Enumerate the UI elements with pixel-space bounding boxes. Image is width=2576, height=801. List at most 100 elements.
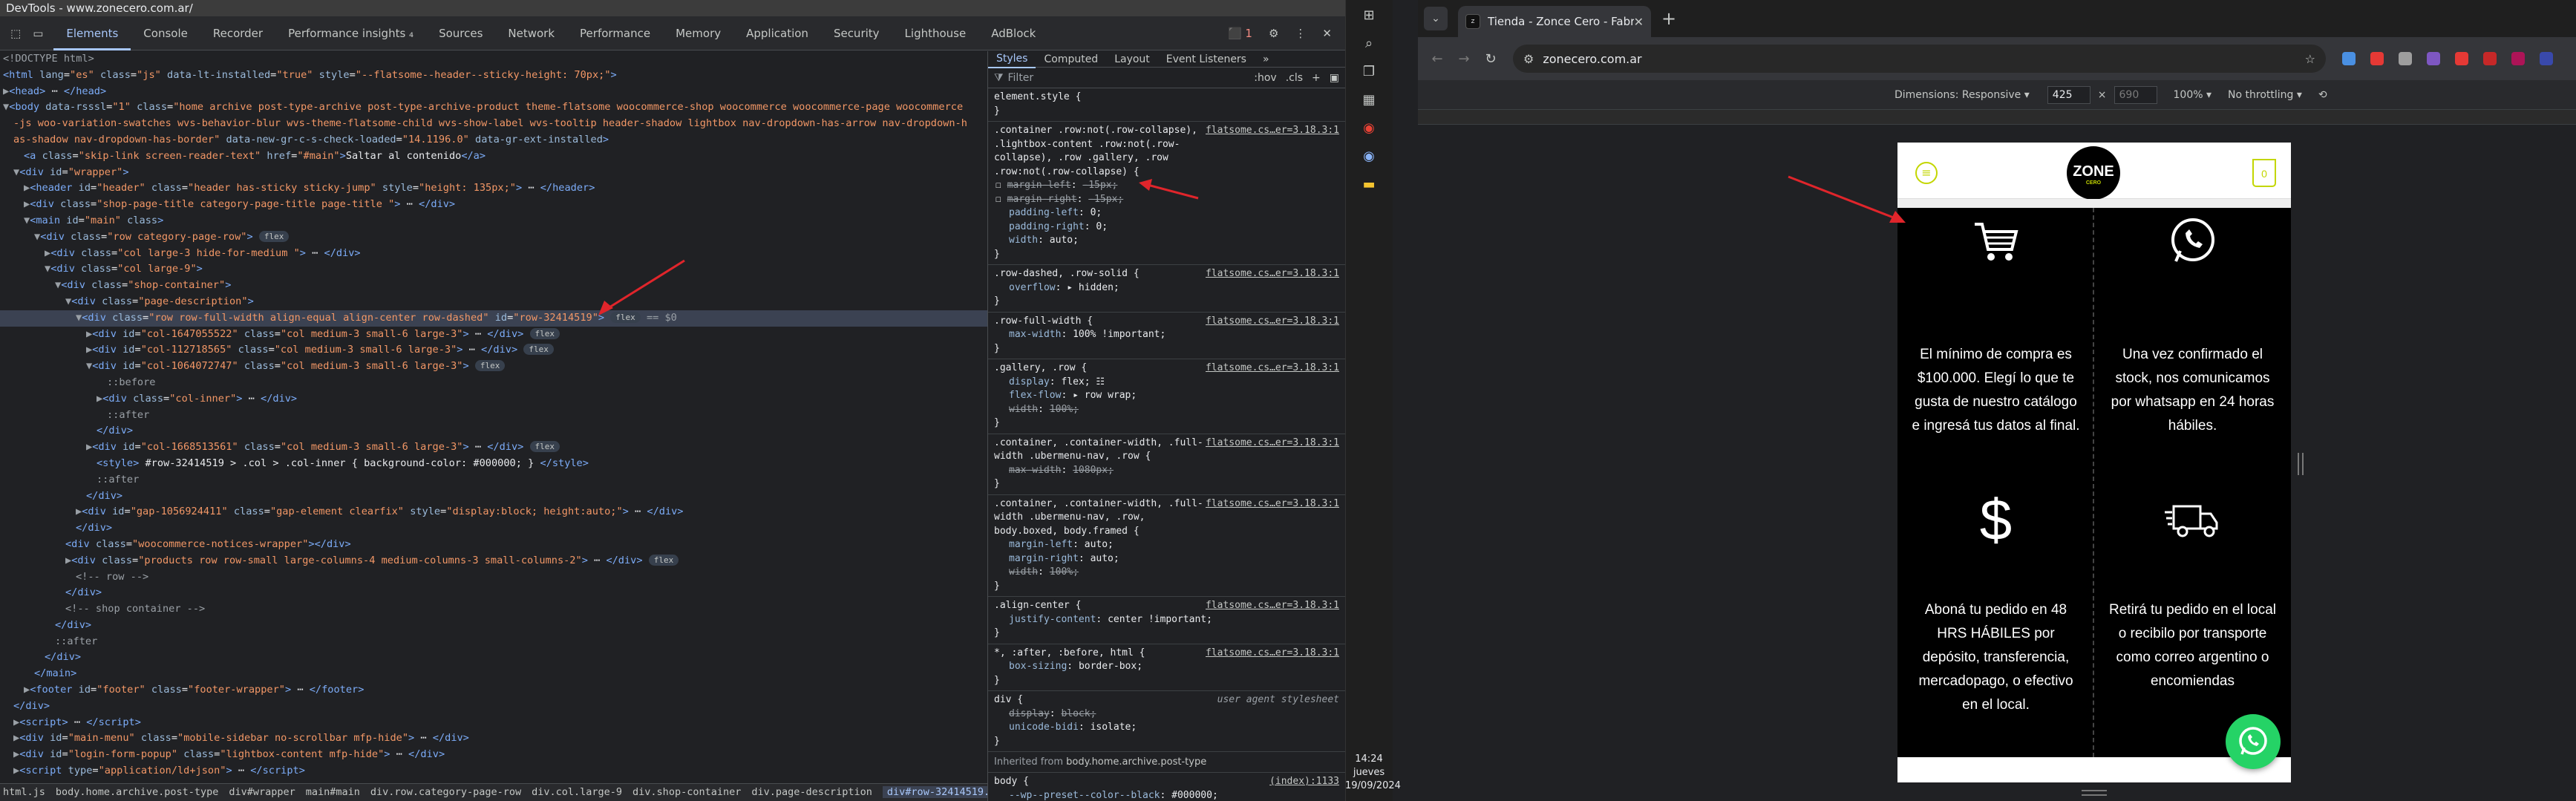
property-checkbox[interactable]: ☐: [996, 194, 1007, 205]
dom-line[interactable]: <style> #row-32414519 > .col > .col-inne…: [0, 456, 987, 472]
dom-line[interactable]: </div>: [0, 699, 987, 715]
css-property-name[interactable]: width: [1009, 566, 1038, 578]
css-source-link[interactable]: flatsome.cs…er=3.18.3:1: [1206, 437, 1339, 451]
dom-line[interactable]: </div>: [0, 650, 987, 666]
breadcrumb-item[interactable]: div.shop-container: [632, 786, 741, 798]
tab-adblock[interactable]: AdBlock: [978, 16, 1048, 50]
dom-line[interactable]: ▼<body data-rsssl="1" class="home archiv…: [0, 99, 987, 116]
css-property-value[interactable]: block;: [1061, 708, 1096, 719]
css-source-link[interactable]: flatsome.cs…er=3.18.3:1: [1206, 497, 1339, 511]
extension-icon[interactable]: [2399, 52, 2412, 65]
css-property[interactable]: --wp--preset--color--black: #000000;: [994, 789, 1339, 801]
breadcrumb-item[interactable]: html.js: [3, 786, 45, 798]
extension-icon[interactable]: [2455, 52, 2468, 65]
dom-line[interactable]: ▼<div id="wrapper">: [0, 165, 987, 181]
css-property[interactable]: width: auto;: [994, 234, 1339, 248]
css-property-value[interactable]: 100%;: [1050, 566, 1079, 578]
tab-elements[interactable]: Elements: [53, 16, 131, 50]
css-property-name[interactable]: --wp--preset--color--black: [1009, 790, 1160, 801]
css-property[interactable]: display: block;: [994, 707, 1339, 722]
extension-icon[interactable]: [2511, 52, 2525, 65]
css-property[interactable]: unicode-bidi: isolate;: [994, 721, 1339, 735]
dom-line[interactable]: ▶<div class="col-inner"> ⋯ </div>: [0, 391, 987, 408]
tab-memory[interactable]: Memory: [663, 16, 733, 50]
css-property[interactable]: width: 100%;: [994, 403, 1339, 417]
extension-icon[interactable]: [2427, 52, 2440, 65]
css-property-name[interactable]: flex-flow: [1009, 390, 1061, 401]
tab-search-dropdown-icon[interactable]: ⌄: [1424, 7, 1448, 30]
css-property-value[interactable]: auto;: [1050, 235, 1079, 246]
css-property-name[interactable]: margin-right: [1009, 553, 1079, 564]
device-toolbar-icon[interactable]: ▭: [33, 27, 43, 40]
extension-icon[interactable]: [2483, 52, 2497, 65]
dom-line[interactable]: </div>: [0, 585, 987, 601]
css-property-value[interactable]: center !important;: [1108, 614, 1212, 625]
css-property[interactable]: margin-left: auto;: [994, 538, 1339, 552]
css-property-value[interactable]: 0;: [1096, 221, 1108, 232]
dom-line[interactable]: ▶<div class="joinchat joinchat--right jo…: [0, 779, 987, 782]
browser-tab-active[interactable]: Z Tienda - Zonce Cero - Fabricante ✕: [1458, 6, 1651, 37]
css-rule[interactable]: div {user agent stylesheet display: block…: [988, 691, 1345, 752]
task-view-icon[interactable]: ❐: [1361, 64, 1377, 80]
tab-lighthouse[interactable]: Lighthouse: [892, 16, 979, 50]
css-property-value[interactable]: -15px;: [1088, 194, 1123, 205]
css-property[interactable]: box-sizing: border-box;: [994, 660, 1339, 674]
css-property-name[interactable]: display: [1009, 708, 1050, 719]
dom-line[interactable]: ▼<div class="shop-container">: [0, 278, 987, 294]
close-icon[interactable]: ✕: [1322, 27, 1332, 40]
viewport-bottom-handle[interactable]: [2082, 790, 2107, 796]
dom-line[interactable]: ▶<footer id="footer" class="footer-wrapp…: [0, 682, 987, 699]
tab-sources[interactable]: Sources: [426, 16, 495, 50]
hov-toggle[interactable]: :hov: [1254, 72, 1276, 84]
site-info-icon[interactable]: ⚙: [1523, 52, 1534, 66]
cls-toggle[interactable]: .cls: [1286, 72, 1303, 84]
widgets-icon[interactable]: ▦: [1361, 92, 1377, 108]
css-property-name[interactable]: max-width: [1009, 465, 1061, 476]
dom-line[interactable]: ▶<div id="main-menu" class="mobile-sideb…: [0, 730, 987, 747]
css-property[interactable]: padding-left: 0;: [994, 206, 1339, 220]
inspect-element-icon[interactable]: ⬚: [10, 27, 21, 40]
dom-line[interactable]: <html lang="es" class="js" data-lt-insta…: [0, 68, 987, 84]
breadcrumb-item[interactable]: div#wrapper: [229, 786, 295, 798]
css-property-name[interactable]: padding-left: [1009, 207, 1079, 218]
dom-tree[interactable]: <!DOCTYPE html> <html lang="es" class="js…: [0, 51, 987, 781]
dom-line[interactable]: ▶<script> ⋯ </script>: [0, 715, 987, 731]
dom-line[interactable]: ▶<div id="gap-1056924411" class="gap-ele…: [0, 504, 987, 520]
css-rule[interactable]: element.style {}: [988, 88, 1345, 122]
css-property-name[interactable]: unicode-bidi: [1009, 722, 1079, 733]
dom-line[interactable]: ▼<main id="main" class>: [0, 213, 987, 229]
hamburger-menu-icon[interactable]: ≡: [1915, 162, 1938, 184]
css-property[interactable]: justify-content: center !important;: [994, 613, 1339, 627]
dom-line[interactable]: ▶<div id="login-form-popup" class="light…: [0, 747, 987, 763]
folder-icon[interactable]: ▬: [1361, 177, 1377, 193]
css-property-value[interactable]: 0;: [1091, 207, 1102, 218]
css-selector[interactable]: element.style {: [994, 91, 1339, 105]
dom-line[interactable]: ▼<div class="row category-page-row"> fle…: [0, 229, 987, 246]
css-property-value[interactable]: 100% !important;: [1073, 329, 1166, 340]
dom-line[interactable]: <!-- shop container -->: [0, 601, 987, 618]
css-property-value[interactable]: -15px;: [1082, 180, 1117, 191]
css-property[interactable]: display: flex; ☷: [994, 376, 1339, 390]
profile-avatar[interactable]: [2540, 52, 2553, 65]
css-property[interactable]: ☐ margin-right: -15px;: [994, 193, 1339, 207]
css-property[interactable]: width: 100%;: [994, 566, 1339, 580]
css-rule[interactable]: .container, .container-width, .full-widt…: [988, 495, 1345, 597]
css-source-link[interactable]: flatsome.cs…er=3.18.3:1: [1206, 267, 1339, 281]
css-property-value[interactable]: ▸ row wrap;: [1073, 390, 1137, 401]
throttle-dropdown[interactable]: No throttling ▾: [2228, 89, 2302, 101]
dom-line[interactable]: ▶<div class="col large-3 hide-for-medium…: [0, 246, 987, 262]
css-property-name[interactable]: width: [1009, 404, 1038, 415]
dom-line[interactable]: ::after: [0, 472, 987, 488]
css-property-name[interactable]: margin-right: [1007, 194, 1077, 205]
css-rule[interactable]: .align-center {flatsome.cs…er=3.18.3:1 ju…: [988, 597, 1345, 644]
settings-gear-icon[interactable]: ⚙: [1269, 27, 1278, 40]
site-logo[interactable]: ZONE CERO: [2067, 146, 2120, 200]
windows-start-icon[interactable]: ⊞: [1361, 7, 1377, 24]
tab-event-listeners[interactable]: Event Listeners: [1158, 51, 1255, 68]
tab-network[interactable]: Network: [495, 16, 567, 50]
css-source-link[interactable]: flatsome.cs…er=3.18.3:1: [1206, 124, 1339, 138]
css-property[interactable]: flex-flow: ▸ row wrap;: [994, 389, 1339, 403]
dom-line[interactable]: ::after: [0, 408, 987, 424]
whatsapp-chat-button[interactable]: [2226, 714, 2281, 769]
css-rule[interactable]: *, :after, :before, html {flatsome.cs…er…: [988, 644, 1345, 691]
